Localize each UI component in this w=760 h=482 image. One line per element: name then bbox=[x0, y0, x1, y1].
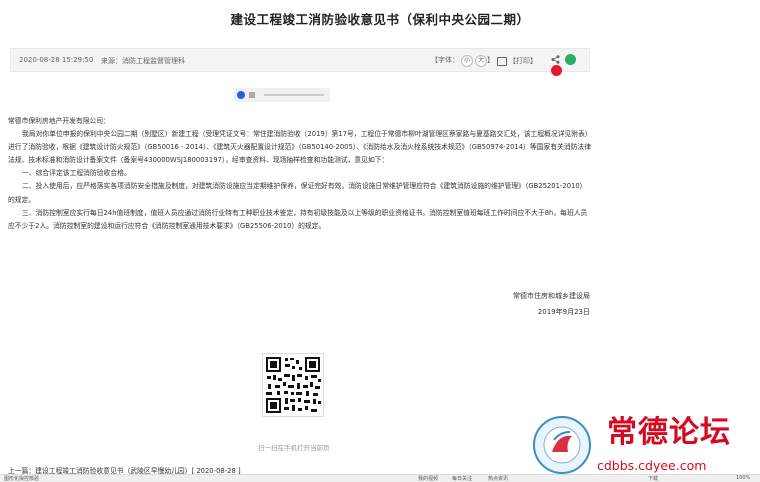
page-title: 建设工程竣工消防验收意见书（保利中央公园二期） bbox=[230, 12, 530, 27]
article-paragraph: 二、投入使用后，应严格落实各项消防安全措施及制度，对建筑消防设施应当定期维护保养… bbox=[8, 182, 587, 204]
font-large-button[interactable]: 大 bbox=[475, 55, 487, 67]
watermark-brand: 常德论坛 bbox=[607, 415, 731, 450]
forum-logo bbox=[533, 416, 591, 474]
print-label: 【打印】 bbox=[509, 57, 537, 65]
article-paragraph: 我局对你单位申报的保利中央公园二期（别墅区）新建工程（受理凭证文号：常住建消防验… bbox=[8, 130, 592, 165]
font-size-label: 【字体： bbox=[431, 56, 459, 64]
weibo-icon[interactable] bbox=[551, 65, 562, 76]
watermark-url: cdbbs.cdyee.com bbox=[597, 458, 707, 473]
font-small-button[interactable]: 小 bbox=[461, 55, 473, 67]
article-body: 常德市保利房地产开发有限公司： 我局对你单位申报的保利中央公园二期（别墅区）新建… bbox=[8, 115, 593, 233]
publish-date: 2020-08-28 15:29:50 bbox=[19, 56, 94, 64]
printer-icon bbox=[497, 56, 507, 66]
audio-progress-bar[interactable] bbox=[264, 94, 324, 96]
share-group bbox=[548, 54, 589, 76]
article-paragraph: 一、综合评定该工程消防验收合格。 bbox=[22, 169, 131, 178]
zoom-level[interactable]: 100% bbox=[736, 475, 750, 481]
print-button[interactable]: 【打印】 bbox=[497, 56, 537, 66]
font-size-close: 】 bbox=[487, 56, 494, 64]
article-meta-bar: 2020-08-28 15:29:50 来源：消防工程监督管理科 【字体：小大】… bbox=[10, 48, 590, 76]
qr-code bbox=[262, 353, 324, 417]
share-icon[interactable] bbox=[551, 55, 560, 64]
font-size-control: 【字体：小大】 bbox=[431, 55, 494, 67]
article-paragraph: 三、消防控制室应实行每日24h值班制度，值班人员应通过消防行业特有工种职业技术鉴… bbox=[8, 208, 588, 230]
signature: 常德市住房和城乡建设局 bbox=[513, 292, 590, 300]
audio-player bbox=[234, 88, 330, 102]
salutation: 常德市保利房地产开发有限公司： bbox=[8, 117, 110, 125]
sign-date: 2019年9月23日 bbox=[537, 308, 590, 316]
wechat-icon[interactable] bbox=[565, 54, 577, 65]
play-icon[interactable] bbox=[237, 91, 245, 99]
qr-caption: 扫一扫在手机打开当前页 bbox=[258, 444, 330, 452]
article-source: 来源：消防工程监督管理科 bbox=[101, 57, 185, 65]
stop-icon[interactable] bbox=[249, 92, 255, 98]
